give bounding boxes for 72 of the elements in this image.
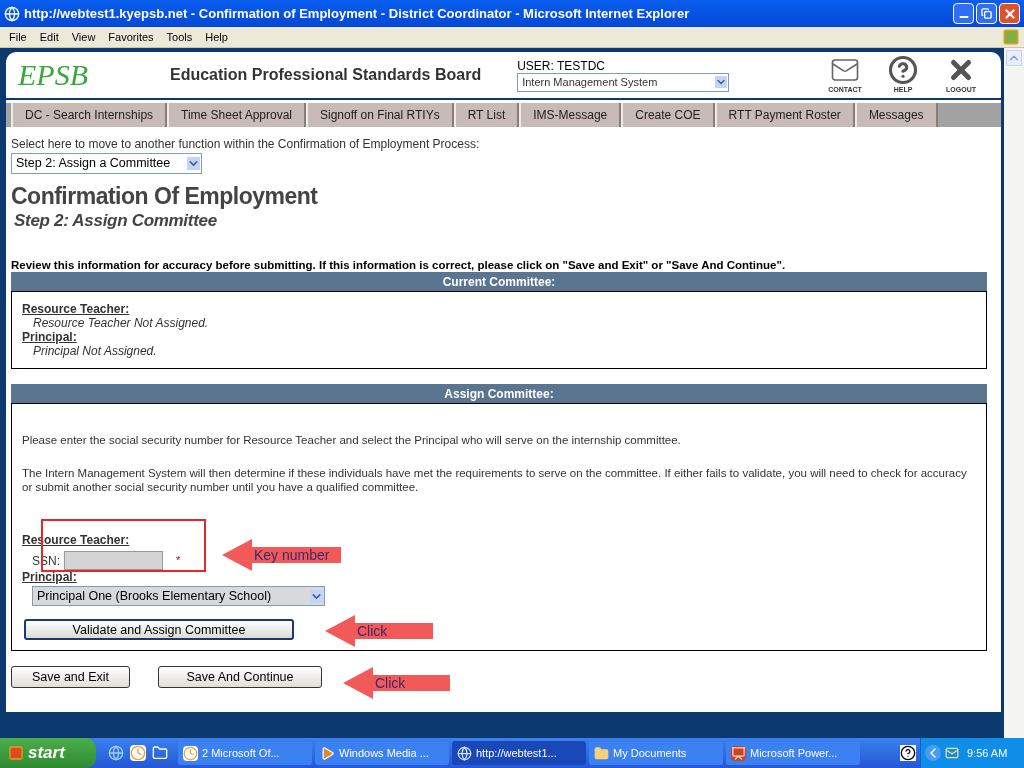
validate-button[interactable]: Validate and Assign Committee — [24, 619, 294, 640]
step-select[interactable]: Step 2: Assign a Committee — [11, 153, 202, 174]
system-select[interactable]: Intern Management System — [517, 72, 730, 92]
menu-item[interactable]: Help — [200, 28, 233, 46]
chevron-left-icon[interactable] — [925, 745, 941, 761]
org-name: Education Professional Standards Board — [170, 65, 482, 85]
start-button[interactable]: start — [0, 738, 96, 768]
callout-label: Click — [375, 674, 406, 692]
clock-time: 9:56 AM — [967, 745, 1008, 761]
browser-icon[interactable] — [108, 745, 124, 761]
field-value: Principal Not Assigned. — [33, 344, 158, 358]
required-mark: * — [176, 553, 181, 569]
taskbar-button[interactable]: My Documents — [589, 741, 723, 765]
nav-tab[interactable]: RT List — [453, 103, 520, 127]
callout-label: Key number — [254, 546, 330, 564]
ssn-input[interactable] — [64, 551, 163, 570]
section-header: Assign Committee: — [11, 384, 987, 403]
user-label: USER: TESTDC — [517, 58, 606, 73]
dropdown-arrow-icon — [715, 76, 728, 88]
logo: EPSB — [18, 60, 89, 90]
field-value: Resource Teacher Not Assigned. — [33, 316, 210, 330]
scroll-up-icon[interactable] — [1006, 50, 1022, 66]
nav-tab[interactable]: Signoff on Final RTIYs — [306, 103, 454, 127]
play-icon — [320, 745, 335, 761]
minimize-button[interactable] — [953, 3, 974, 24]
folder-icon — [594, 745, 609, 761]
nav-tab[interactable]: RTT Payment Roster — [714, 103, 855, 127]
window-title: http://webtest1.kyepsb.net - Confirmation of Employment - District Coordinator - Microsoft Internet Explorer — [24, 4, 691, 23]
field-label: Principal: — [22, 570, 78, 584]
menu-item[interactable]: View — [66, 28, 101, 46]
menu-item[interactable]: File — [4, 28, 32, 46]
slides-icon — [731, 745, 746, 761]
menu-item[interactable]: Edit — [34, 28, 64, 46]
nav-tab[interactable]: Create COE — [621, 103, 715, 127]
form-button[interactable]: Save and Exit — [11, 666, 130, 688]
menu-item[interactable]: Favorites — [103, 28, 159, 46]
help-icon — [888, 54, 918, 85]
windows-logo-icon — [8, 745, 24, 761]
taskbar-button[interactable]: 2 Microsoft Of... — [178, 741, 312, 765]
page-subtitle: Step 2: Assign Committee — [14, 210, 218, 232]
browser-icon — [4, 5, 20, 22]
instruction-text: Please enter the social security number for Resource Teacher and select the Principal who will serve on the internship committee. — [22, 433, 682, 447]
instruction-text: The Intern Management System will then determine if these individuals have met the requirements to serve on the committee. If either fails to validate, you will need to check for accuracy or submit another social security number until you have a qualified committee. — [22, 466, 968, 494]
process-prompt: Select here to move to another function within the Confirmation of Employment Process: — [11, 137, 481, 151]
close-icon — [1002, 6, 1017, 21]
principal-select[interactable]: Principal One (Brooks Elementary School) — [32, 586, 325, 606]
taskbar-button[interactable]: Microsoft Power... — [726, 741, 860, 765]
restore-icon — [981, 8, 992, 19]
clock-icon — [183, 745, 198, 761]
field-label: Principal: — [22, 330, 78, 344]
callout-label: Click — [357, 622, 388, 640]
globe-icon — [457, 745, 472, 761]
clock-icon[interactable] — [130, 745, 146, 761]
section-header: Current Committee: — [11, 272, 987, 291]
nav-tab[interactable]: IMS-Message — [519, 103, 622, 127]
windows-logo-icon — [1002, 28, 1020, 46]
help-icon[interactable] — [900, 745, 916, 761]
menu-item[interactable]: Tools — [161, 28, 198, 46]
close-button[interactable] — [999, 3, 1020, 24]
scrollbar[interactable] — [1004, 48, 1024, 738]
nav-tab[interactable]: Messages — [854, 103, 938, 127]
mail-icon[interactable] — [945, 746, 959, 760]
field-label: Resource Teacher: — [22, 302, 131, 316]
restore-button[interactable] — [976, 3, 997, 24]
form-button[interactable]: Save And Continue — [158, 666, 322, 688]
nav-tab[interactable]: DC - Search Internships — [11, 103, 168, 127]
review-note: Review this information for accuracy before submitting. If this information is correct, please click on "Save and Exit" or "Save And Continue". — [11, 258, 787, 272]
taskbar-button[interactable]: Windows Media ... — [315, 741, 449, 765]
nav-tab[interactable]: Time Sheet Approval — [167, 103, 306, 127]
page-title: Confirmation Of Employment — [11, 182, 319, 210]
taskbar-button[interactable]: http://webtest1... — [452, 741, 586, 765]
folder-icon[interactable] — [152, 745, 168, 761]
